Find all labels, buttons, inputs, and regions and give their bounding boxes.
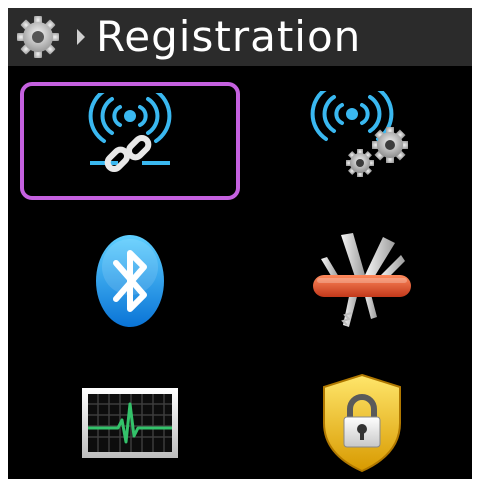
- heartbeat-monitor-icon: [82, 388, 178, 458]
- menu-item-link[interactable]: [20, 82, 240, 200]
- page-title: Registration: [96, 12, 362, 61]
- menu-item-link-settings[interactable]: [252, 82, 472, 200]
- chevron-right-icon: [77, 29, 85, 45]
- menu-item-security[interactable]: [252, 364, 472, 479]
- device-screen: Registration: [8, 8, 472, 479]
- wireless-link-icon: [88, 93, 172, 173]
- menu-item-tools[interactable]: [252, 222, 472, 340]
- gear-icon: [17, 16, 59, 58]
- menu-item-telemetry[interactable]: [20, 364, 240, 479]
- wireless-settings-icon: [310, 91, 408, 177]
- title-bar: Registration: [8, 8, 472, 66]
- bluetooth-icon: [96, 235, 164, 327]
- padlock-shield-icon: [323, 373, 401, 473]
- swiss-army-knife-icon: [313, 233, 411, 327]
- menu-item-bluetooth[interactable]: [20, 222, 240, 340]
